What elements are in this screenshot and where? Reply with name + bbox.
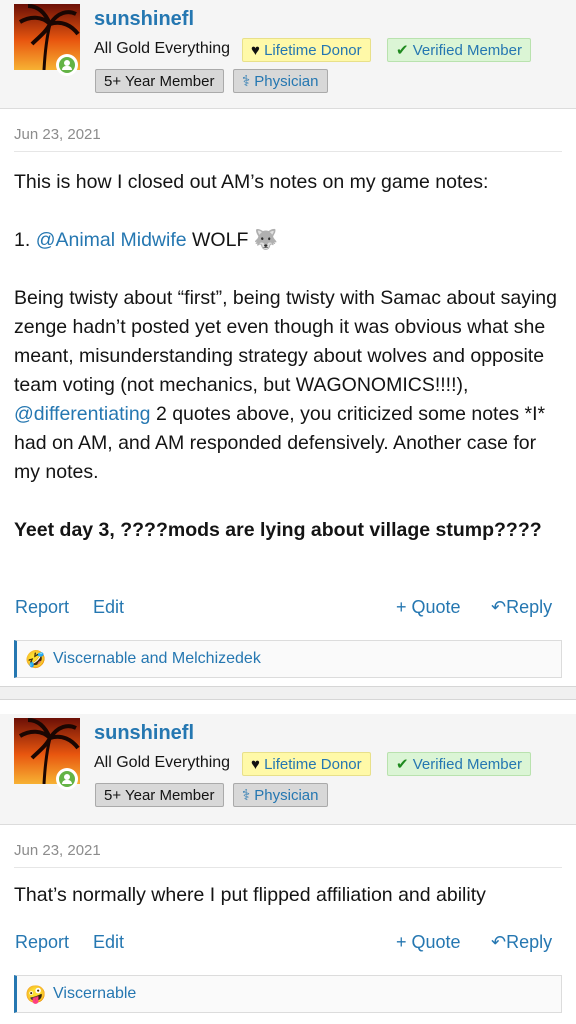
heart-icon: ♥ [251, 756, 260, 773]
badge-physician: ⚕ Physician [233, 69, 328, 93]
zany-face-emoji-icon: 🤪 [25, 985, 47, 1004]
report-link[interactable]: Report [15, 932, 69, 953]
badge-verified-member: ✔ Verified Member [387, 752, 531, 776]
post-paragraph: 1. @Animal Midwife WOLF 🐺 [14, 229, 279, 251]
post-author-header: sunshinefl All Gold Everything ♥ Lifetim… [0, 714, 576, 825]
post: sunshinefl All Gold Everything ♥ Lifetim… [0, 700, 576, 1024]
mention-link[interactable]: @differentiating [14, 403, 151, 425]
reaction-users[interactable]: Viscernable and Melchizedek [53, 650, 261, 668]
post-author-header: sunshinefl All Gold Everything ♥ Lifetim… [0, 0, 576, 109]
plus-icon: + [396, 932, 407, 952]
reply-button[interactable]: ↶Reply [491, 597, 552, 618]
plus-icon: + [396, 597, 407, 617]
badge-physician: ⚕ Physician [233, 783, 328, 807]
divider [14, 867, 562, 868]
laughing-emoji-icon: 🤣 [25, 650, 47, 669]
reply-arrow-icon: ↶ [491, 932, 507, 952]
checkmark-icon: ✔ [396, 42, 409, 59]
post-body: That’s normally where I put flipped affi… [14, 881, 566, 910]
online-status-icon [56, 54, 78, 76]
badge-year-member: 5+ Year Member [95, 783, 224, 807]
edit-link[interactable]: Edit [93, 597, 124, 618]
user-title: All Gold Everything [94, 754, 231, 771]
username-link[interactable]: sunshinefl [94, 8, 194, 31]
post-date[interactable]: Jun 23, 2021 [14, 842, 101, 859]
checkmark-icon: ✔ [396, 756, 409, 773]
badge-lifetime-donor: ♥ Lifetime Donor [242, 38, 371, 62]
reactions-bar[interactable]: 🤣 Viscernable and Melchizedek [14, 640, 562, 678]
post-paragraph: This is how I closed out AM’s notes on m… [14, 171, 489, 193]
badge-verified-member: ✔ Verified Member [387, 38, 531, 62]
online-status-icon [56, 768, 78, 790]
username-link[interactable]: sunshinefl [94, 722, 194, 745]
post-divider [0, 686, 576, 700]
post: sunshinefl All Gold Everything ♥ Lifetim… [0, 0, 576, 690]
post-paragraph-bold: Yeet day 3, ????mods are lying about vil… [14, 519, 542, 541]
heart-icon: ♥ [251, 42, 260, 59]
doctor-icon: ⚕ [242, 73, 251, 90]
quote-button[interactable]: + Quote [396, 932, 461, 953]
doctor-icon: ⚕ [242, 787, 251, 804]
user-title: All Gold Everything [94, 40, 231, 57]
divider [14, 151, 562, 152]
badge-lifetime-donor: ♥ Lifetime Donor [242, 752, 371, 776]
reply-arrow-icon: ↶ [491, 597, 507, 617]
reply-button[interactable]: ↶Reply [491, 932, 552, 953]
report-link[interactable]: Report [15, 597, 69, 618]
post-paragraph: That’s normally where I put flipped affi… [14, 884, 486, 906]
post-paragraph: Being twisty about “first”, being twisty… [14, 287, 557, 483]
post-body: This is how I closed out AM’s notes on m… [14, 168, 566, 545]
mention-link[interactable]: @Animal Midwife [36, 229, 187, 251]
badge-year-member: 5+ Year Member [95, 69, 224, 93]
quote-button[interactable]: + Quote [396, 597, 461, 618]
post-date[interactable]: Jun 23, 2021 [14, 126, 101, 143]
reaction-users[interactable]: Viscernable [53, 985, 136, 1003]
edit-link[interactable]: Edit [93, 932, 124, 953]
reactions-bar[interactable]: 🤪 Viscernable [14, 975, 562, 1013]
